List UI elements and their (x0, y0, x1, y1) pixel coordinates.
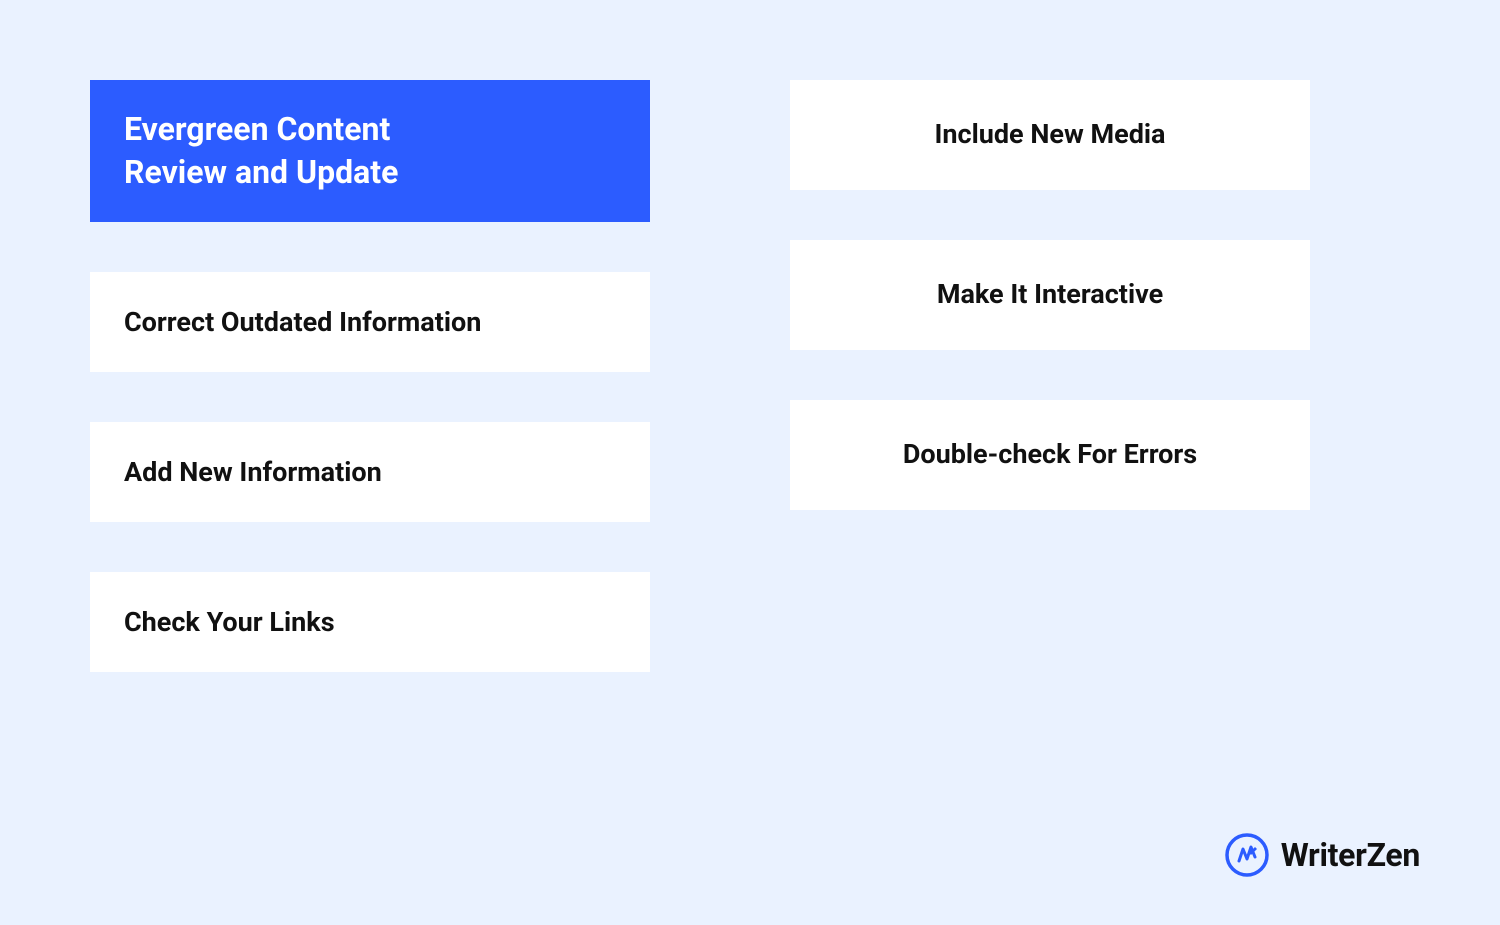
right-item-3: Double-check For Errors (790, 400, 1310, 510)
right-item-3-label: Double-check For Errors (903, 437, 1197, 472)
left-item-3: Check Your Links (90, 572, 650, 672)
title-line2: Review and Update (124, 153, 398, 191)
writerzen-icon (1225, 833, 1269, 877)
right-item-2-label: Make It Interactive (937, 277, 1163, 312)
title-line1: Evergreen Content (124, 110, 390, 148)
right-item-1-label: Include New Media (934, 117, 1165, 152)
diagram-container: Evergreen Content Review and Update Corr… (0, 0, 1500, 672)
right-item-1: Include New Media (790, 80, 1310, 190)
left-item-2-label: Add New Information (124, 455, 382, 490)
title-card: Evergreen Content Review and Update (90, 80, 650, 222)
left-item-1-label: Correct Outdated Information (124, 305, 481, 340)
right-item-2: Make It Interactive (790, 240, 1310, 350)
left-column: Evergreen Content Review and Update Corr… (90, 80, 650, 672)
brand-name: WriterZen (1281, 836, 1420, 874)
brand-logo: WriterZen (1225, 833, 1420, 877)
left-item-3-label: Check Your Links (124, 605, 335, 640)
left-item-1: Correct Outdated Information (90, 272, 650, 372)
left-item-2: Add New Information (90, 422, 650, 522)
title-text: Evergreen Content Review and Update (124, 108, 398, 194)
right-column: Include New Media Make It Interactive Do… (790, 80, 1310, 672)
